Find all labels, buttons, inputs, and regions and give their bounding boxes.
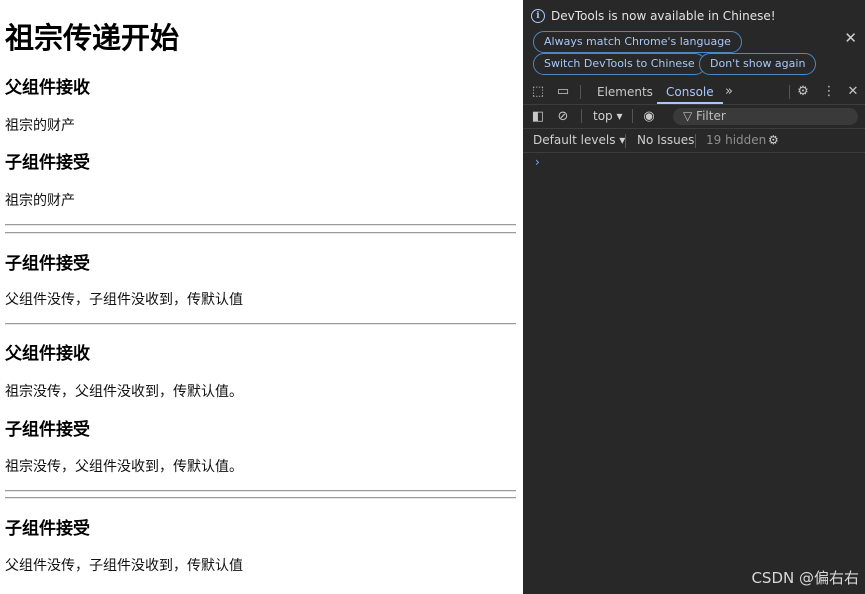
separator (580, 85, 581, 99)
child-heading: 子组件接受 (5, 420, 90, 440)
page-title: 祖宗传递开始 (5, 21, 180, 55)
child-text: 祖宗的财产 (5, 193, 75, 209)
notice-text: DevTools is now available in Chinese! (551, 9, 776, 23)
hidden-count: 19 hidden (706, 133, 767, 147)
sidebar-toggle-icon[interactable]: ◧ (529, 105, 547, 128)
console-settings-gear-icon[interactable]: ⚙ (768, 129, 779, 152)
language-notice: i DevTools is now available in Chinese! (531, 9, 776, 23)
context-selector[interactable]: top ▾ (593, 105, 623, 128)
kebab-menu-icon[interactable]: ⋮ (820, 80, 838, 104)
parent-heading: 父组件接收 (5, 78, 90, 98)
issues-label[interactable]: No Issues (637, 129, 694, 152)
close-devtools-icon[interactable]: ✕ (844, 80, 862, 104)
child-text: 父组件没传，子组件没收到，传默认值 (5, 558, 243, 574)
context-value: top (593, 109, 613, 123)
filter-placeholder: Filter (696, 109, 726, 123)
parent-heading: 父组件接收 (5, 344, 90, 364)
default-levels-dropdown[interactable]: Default levels ▾ (533, 129, 625, 152)
close-icon[interactable]: ✕ (844, 30, 857, 46)
separator (789, 85, 790, 99)
default-levels-label: Default levels (533, 133, 616, 147)
parent-text: 祖宗的财产 (5, 118, 75, 134)
child-heading: 子组件接受 (5, 153, 90, 173)
parent-text: 祖宗没传，父组件没收到，传默认值。 (5, 384, 243, 400)
devtools-tabbar: ⬚ ▭ Elements Console » ⚙ ⋮ ✕ (523, 80, 865, 105)
rendered-page: 祖宗传递开始 父组件接收 祖宗的财产 子组件接受 祖宗的财产 子组件接受 父组件… (0, 0, 523, 594)
dont-show-again-button[interactable]: Don't show again (699, 53, 817, 75)
console-prompt[interactable]: › (535, 155, 540, 169)
switch-chinese-button[interactable]: Switch DevTools to Chinese (533, 53, 706, 75)
clear-console-icon[interactable]: ⊘ (554, 105, 572, 128)
settings-gear-icon[interactable]: ⚙ (794, 80, 812, 104)
divider (5, 224, 516, 226)
divider (5, 323, 516, 325)
device-toolbar-icon[interactable]: ▭ (554, 80, 572, 104)
filter-input[interactable]: ▽ Filter (673, 108, 858, 125)
devtools-panel: i DevTools is now available in Chinese! … (523, 0, 865, 594)
inspect-element-icon[interactable]: ⬚ (529, 80, 547, 104)
child-text: 父组件没传，子组件没收到，传默认值 (5, 292, 243, 308)
more-tabs-icon[interactable]: » (720, 80, 738, 104)
child-text: 祖宗没传，父组件没收到，传默认值。 (5, 459, 243, 475)
console-toolbar: ◧ ⊘ top ▾ ◉ ▽ Filter (523, 105, 865, 129)
match-language-button[interactable]: Always match Chrome's language (533, 31, 742, 53)
separator (625, 134, 626, 148)
child-heading: 子组件接受 (5, 254, 90, 274)
console-levels-bar: Default levels ▾ No Issues 19 hidden ⚙ (523, 129, 865, 153)
csdn-watermark: CSDN @偏右右 (751, 569, 859, 587)
filter-icon: ▽ (683, 109, 697, 123)
live-expression-eye-icon[interactable]: ◉ (640, 105, 658, 128)
info-icon: i (531, 9, 545, 23)
tab-elements[interactable]: Elements (597, 80, 653, 104)
tab-console[interactable]: Console (657, 80, 723, 104)
separator (695, 134, 696, 148)
divider (5, 232, 516, 234)
separator (632, 109, 633, 123)
separator (581, 109, 582, 123)
dropdown-arrow-icon: ▾ (616, 109, 623, 123)
divider (5, 497, 516, 499)
divider (5, 490, 516, 492)
child-heading: 子组件接受 (5, 519, 90, 539)
